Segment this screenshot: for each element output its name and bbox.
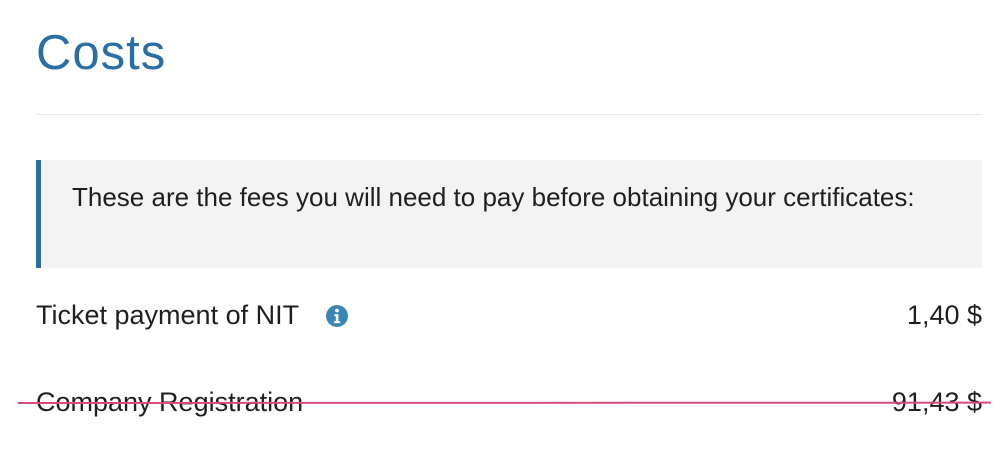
- costs-page: Costs These are the fees you will need t…: [17, 0, 992, 452]
- strikethrough-line: [17, 401, 992, 404]
- cost-item-amount: 1,40 $: [906, 300, 982, 330]
- costs-heading: Costs: [36, 26, 167, 80]
- fees-notice: These are the fees you will need to pay …: [36, 160, 982, 268]
- cost-item-company-registration: Company Registration 91,43 $: [17, 382, 992, 422]
- cost-item-ticket-payment: Ticket payment of NIT 1,40 $: [36, 295, 982, 335]
- info-icon[interactable]: [325, 304, 349, 328]
- fees-notice-text: These are the fees you will need to pay …: [72, 182, 915, 212]
- heading-divider: [36, 114, 982, 115]
- cost-item-label: Ticket payment of NIT: [36, 300, 300, 330]
